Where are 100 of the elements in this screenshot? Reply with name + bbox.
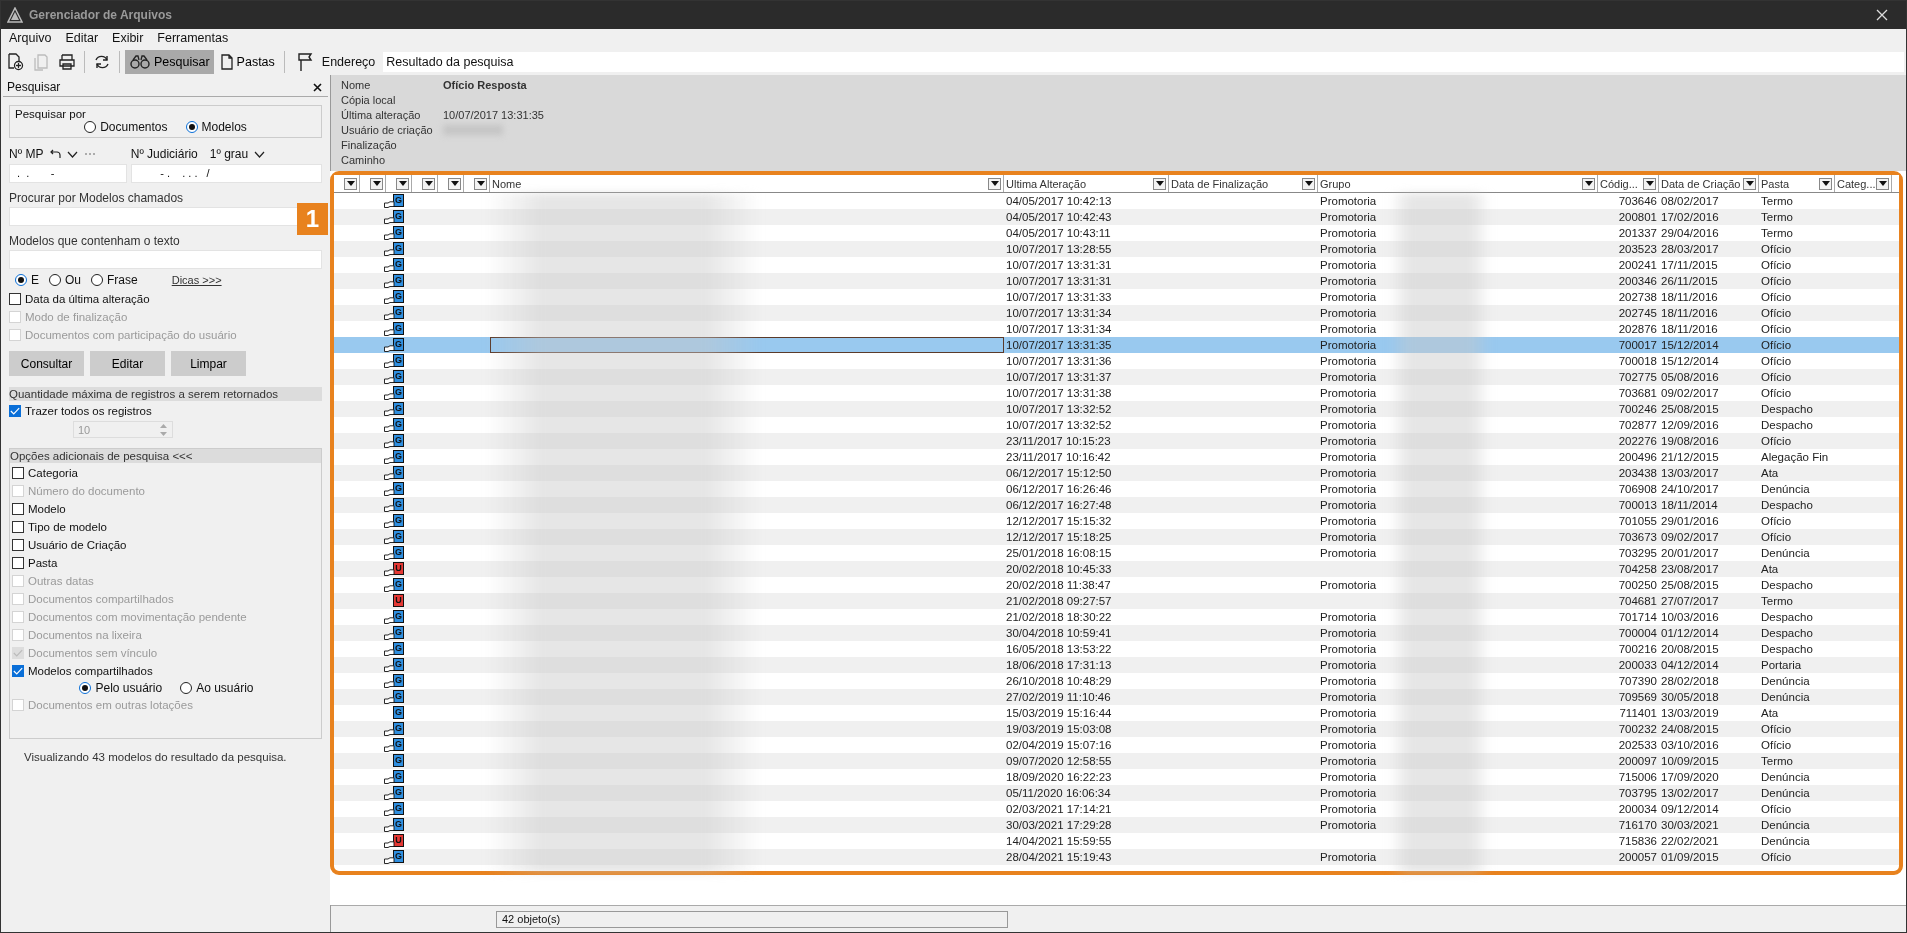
table-row[interactable]: G 15/03/2019 15:16:44 Promotoria 711401 13/03/2019 Ata [334,705,1899,721]
radio-option[interactable]: Modelos [185,120,247,134]
column-header[interactable]: Data de Finalização [1169,175,1318,192]
table-row[interactable]: G 23/11/2017 10:16:42 Promotoria 200496 21/12/2015 Alegação Fin [334,449,1899,465]
radio-option[interactable]: E [15,273,39,287]
consult-button[interactable]: Consultar [9,351,84,376]
filter-dropdown[interactable] [1876,177,1889,190]
table-row[interactable]: G 04/05/2017 10:43:11 Promotoria 201337 29/04/2016 Termo [334,225,1899,241]
table-row[interactable]: G 10/07/2017 13:31:35 Promotoria 700017 15/12/2014 Ofício [334,337,1899,353]
table-row[interactable]: G 06/12/2017 16:26:46 Promotoria 706908 24/10/2017 Denúncia [334,481,1899,497]
mp-number-field[interactable]: . . - [9,164,127,183]
table-row[interactable]: G 30/04/2018 10:59:41 Promotoria 700004 01/12/2014 Despacho [334,625,1899,641]
table-row[interactable]: G 12/12/2017 15:15:32 Promotoria 701055 29/01/2016 Ofício [334,513,1899,529]
table-row[interactable]: U 14/04/2021 15:59:55 715836 22/02/2021 Denúncia [334,833,1899,849]
table-row[interactable]: U 21/02/2018 09:27:57 704681 27/07/2017 Termo [334,593,1899,609]
checkbox[interactable]: Categoria [12,464,321,482]
table-row[interactable]: G 09/07/2020 12:58:55 Promotoria 200097 10/09/2015 Termo [334,753,1899,769]
folders-tab[interactable]: Pastas [215,50,279,74]
checkbox[interactable]: Data da última alteração [9,290,322,307]
callout-number: 1 [297,203,328,235]
radio-option[interactable]: Documentos [84,120,168,134]
table-row[interactable]: G 18/09/2020 16:22:23 Promotoria 715006 17/09/2020 Denúncia [334,769,1899,785]
checkbox[interactable]: Trazer todos os registros [9,402,322,419]
close-icon[interactable] [313,82,322,92]
filter-dropdown[interactable] [1743,177,1756,190]
column-header[interactable]: Códig... [1598,175,1659,192]
checkbox[interactable]: Pasta [12,554,321,572]
table-row[interactable]: U 20/02/2018 10:45:33 704258 23/08/2017 Ata [334,561,1899,577]
chevron-down-icon[interactable] [254,150,266,158]
radio-option[interactable]: Frase [91,273,138,287]
filter-dropdown[interactable] [448,177,461,190]
checkbox[interactable]: Modelos compartilhados [12,662,321,680]
table-row[interactable]: G 10/07/2017 13:31:31 Promotoria 200346 26/11/2015 Ofício [334,273,1899,289]
checkbox[interactable]: Usuário de Criação [12,536,321,554]
address-field[interactable]: Resultado da pesquisa [383,52,1904,72]
judicial-number-field[interactable]: - . . . . / [130,164,322,183]
table-row[interactable]: G 10/07/2017 13:31:37 Promotoria 702775 05/08/2016 Ofício [334,369,1899,385]
chevron-down-icon[interactable] [67,150,79,158]
table-row[interactable]: G 10/07/2017 13:31:36 Promotoria 700018 15/12/2014 Ofício [334,353,1899,369]
filter-dropdown[interactable] [988,177,1001,190]
menu-item[interactable]: Exibir [112,31,144,49]
filter-dropdown[interactable] [1643,177,1656,190]
filter-dropdown[interactable] [370,177,383,190]
model-name-field[interactable] [9,207,299,226]
table-row[interactable]: G 10/07/2017 13:31:31 Promotoria 200241 17/11/2015 Ofício [334,257,1899,273]
table-row[interactable]: G 10/07/2017 13:31:34 Promotoria 202745 18/11/2016 Ofício [334,305,1899,321]
column-header[interactable]: Data de Criação [1659,175,1759,192]
filter-dropdown[interactable] [1582,177,1595,190]
filter-dropdown[interactable] [474,177,487,190]
table-row[interactable]: G 02/04/2019 15:07:16 Promotoria 202533 03/10/2016 Ofício [334,737,1899,753]
table-cell: Promotoria [1320,515,1377,527]
filter-dropdown[interactable] [396,177,409,190]
checkbox[interactable]: Modelo [12,500,321,518]
tips-link[interactable]: Dicas >>> [171,274,222,286]
table-row[interactable]: G 26/10/2018 10:48:29 Promotoria 707390 28/02/2018 Denúncia [334,673,1899,689]
table-row[interactable]: G 18/06/2018 17:31:13 Promotoria 200033 04/12/2014 Portaria [334,657,1899,673]
table-row[interactable]: G 10/07/2017 13:31:34 Promotoria 202876 18/11/2016 Ofício [334,321,1899,337]
menu-item[interactable]: Ferramentas [157,31,229,49]
radio-option[interactable]: Pelo usuário [79,681,163,695]
model-text-field[interactable] [9,250,322,269]
menu-item[interactable]: Arquivo [9,31,52,49]
search-tab[interactable]: Pesquisar [125,50,214,74]
filter-dropdown[interactable] [1153,177,1166,190]
table-row[interactable]: G 23/11/2017 10:15:23 Promotoria 202276 19/08/2016 Ofício [334,433,1899,449]
menu-item[interactable]: Editar [65,31,99,49]
table-row[interactable]: G 04/05/2017 10:42:13 Promotoria 703646 08/02/2017 Termo [334,193,1899,209]
table-row[interactable]: G 28/04/2021 15:19:43 Promotoria 200057 01/09/2015 Ofício [334,849,1899,865]
table-row[interactable]: G 30/03/2021 17:29:28 Promotoria 716170 30/03/2021 Denúncia [334,817,1899,833]
column-header[interactable]: Grupo [1318,175,1598,192]
table-row[interactable]: G 06/12/2017 15:12:50 Promotoria 203438 13/03/2017 Ata [334,465,1899,481]
table-row[interactable]: G 02/03/2021 17:14:21 Promotoria 200034 09/12/2014 Ofício [334,801,1899,817]
filter-dropdown[interactable] [1302,177,1315,190]
table-row[interactable]: G 06/12/2017 16:27:48 Promotoria 700013 18/11/2014 Despacho [334,497,1899,513]
table-row[interactable]: G 27/02/2019 11:10:46 Promotoria 709569 30/05/2018 Denúncia [334,689,1899,705]
table-row[interactable]: G 05/11/2020 16:06:34 Promotoria 703795 13/02/2017 Denúncia [334,785,1899,801]
table-row[interactable]: G 10/07/2017 13:32:52 Promotoria 700246 25/08/2015 Despacho [334,401,1899,417]
table-row[interactable]: G 19/03/2019 15:03:08 Promotoria 700232 24/08/2015 Ofício [334,721,1899,737]
column-header[interactable]: Ultima Alteração [1004,175,1169,192]
table-row[interactable]: G 25/01/2018 16:08:15 Promotoria 703295 20/01/2017 Denúncia [334,545,1899,561]
table-row[interactable]: G 16/05/2018 13:53:22 Promotoria 700216 20/08/2015 Despacho [334,641,1899,657]
column-header[interactable]: Pasta [1759,175,1835,192]
table-row[interactable]: G 10/07/2017 13:32:52 Promotoria 702877 12/09/2016 Despacho [334,417,1899,433]
filter-dropdown[interactable] [422,177,435,190]
filter-dropdown[interactable] [344,177,357,190]
column-header[interactable]: Nome [490,175,1004,192]
radio-option[interactable]: Ou [49,273,82,287]
undo-icon[interactable] [49,149,62,159]
table-row[interactable]: G 20/02/2018 11:38:47 Promotoria 700250 25/08/2015 Despacho [334,577,1899,593]
table-row[interactable]: G 10/07/2017 13:31:38 Promotoria 703681 09/02/2017 Ofício [334,385,1899,401]
table-row[interactable]: G 10/07/2017 13:28:55 Promotoria 203523 28/03/2017 Ofício [334,241,1899,257]
edit-button[interactable]: Editar [90,351,165,376]
column-header[interactable]: Categ... [1835,175,1892,192]
clear-button[interactable]: Limpar [171,351,246,376]
table-row[interactable]: G 21/02/2018 18:30:22 Promotoria 701714 10/03/2016 Despacho [334,609,1899,625]
radio-option[interactable]: Ao usuário [180,681,254,695]
filter-dropdown[interactable] [1819,177,1832,190]
checkbox[interactable]: Tipo de modelo [12,518,321,536]
table-row[interactable]: G 12/12/2017 15:18:25 Promotoria 703673 09/02/2017 Ofício [334,529,1899,545]
table-row[interactable]: G 10/07/2017 13:31:33 Promotoria 202738 18/11/2016 Ofício [334,289,1899,305]
table-row[interactable]: G 04/05/2017 10:42:43 Promotoria 200801 17/02/2016 Termo [334,209,1899,225]
